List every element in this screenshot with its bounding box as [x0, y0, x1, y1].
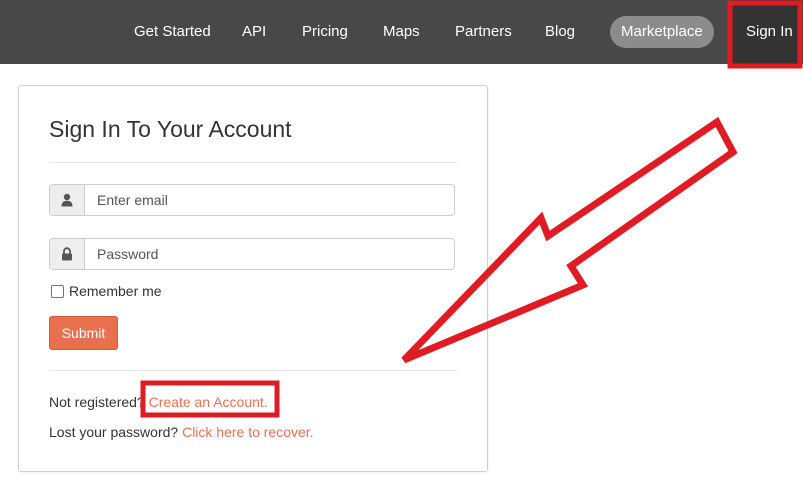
nav-signin-label[interactable]: Sign In	[746, 0, 793, 64]
nav-api[interactable]: API	[242, 0, 266, 64]
create-account-link[interactable]: Create an Account.	[149, 394, 268, 410]
submit-button[interactable]: Submit	[49, 316, 118, 350]
page-title: Sign In To Your Account	[49, 116, 292, 142]
email-input[interactable]	[85, 185, 469, 215]
footer-divider	[49, 370, 457, 371]
recover-line: Lost your password? Click here to recove…	[49, 424, 314, 440]
title-divider	[49, 162, 457, 163]
password-input[interactable]	[85, 239, 469, 269]
remember-me-checkbox[interactable]	[51, 285, 64, 298]
signin-card: Sign In To Your Account Remember me Subm…	[18, 85, 488, 472]
nav-get-started[interactable]: Get Started	[134, 0, 211, 64]
lock-icon	[50, 239, 85, 269]
top-navbar: Get Started API Pricing Maps Partners Bl…	[0, 0, 803, 64]
recover-link[interactable]: Click here to recover.	[182, 424, 314, 440]
password-input-group	[49, 238, 469, 270]
not-registered-text: Not registered?	[49, 394, 145, 410]
email-input-group	[49, 184, 469, 216]
register-line: Not registered? Create an Account.	[49, 394, 268, 410]
nav-blog[interactable]: Blog	[545, 0, 575, 64]
nav-maps[interactable]: Maps	[383, 0, 420, 64]
nav-pricing[interactable]: Pricing	[302, 0, 348, 64]
lost-password-text: Lost your password?	[49, 424, 179, 440]
remember-me-label[interactable]: Remember me	[69, 283, 162, 299]
nav-partners[interactable]: Partners	[455, 0, 512, 64]
nav-marketplace-button[interactable]: Marketplace	[610, 16, 714, 48]
user-icon	[50, 185, 85, 215]
